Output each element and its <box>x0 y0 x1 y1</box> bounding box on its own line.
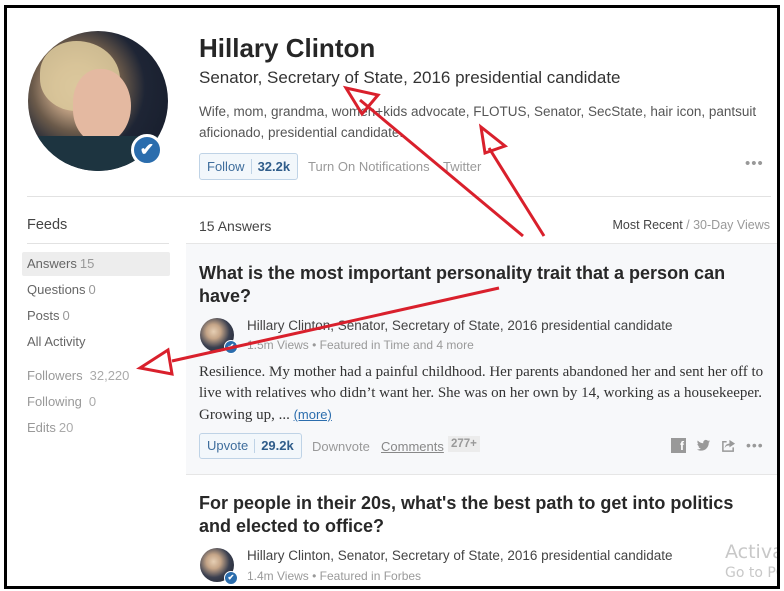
profile-credential: Senator, Secretary of State, 2016 presid… <box>199 68 621 87</box>
follow-button[interactable]: Follow 32.2k <box>199 153 299 180</box>
twitter-icon[interactable] <box>696 438 711 453</box>
feeds-divider <box>27 243 169 244</box>
activation-watermark-sub: Go to PC <box>725 565 780 581</box>
sort-most-recent[interactable]: Most Recent <box>613 218 683 232</box>
twitter-link[interactable]: Twitter <box>443 159 481 174</box>
profile-name: Hillary Clinton <box>199 33 376 63</box>
sidebar-item-answers[interactable]: Answers 15 <box>22 252 170 276</box>
upvote-button[interactable]: Upvote 29.2k <box>199 433 302 459</box>
follower-count: 32.2k <box>257 159 291 174</box>
sidebar-item-edits[interactable]: Edits 20 <box>22 416 170 440</box>
verified-checkmark-icon: ✔ <box>131 134 163 166</box>
more-options-icon[interactable]: ••• <box>745 155 764 172</box>
question-title[interactable]: What is the most important personality t… <box>199 262 759 308</box>
header-divider <box>27 196 771 197</box>
sidebar-item-all-activity[interactable]: All Activity <box>22 330 170 354</box>
follow-label: Follow <box>207 159 245 174</box>
activation-watermark: Activat <box>725 541 777 563</box>
answer-meta: 1.4m Views • Featured in Forbes <box>247 569 422 583</box>
answer-meta: 1.5m Views • Featured in Time and 4 more <box>247 338 474 352</box>
more-link[interactable]: (more) <box>294 407 332 422</box>
answer-text: Resilience. My mother had a painful chil… <box>199 364 764 423</box>
answer-card: What is the most important personality t… <box>186 243 777 475</box>
sidebar-item-questions[interactable]: Questions 0 <box>22 278 170 302</box>
profile-bio: Wife, mom, grandma, women+kids advocate,… <box>199 104 757 140</box>
sort-30-day-views[interactable]: 30-Day Views <box>693 218 770 232</box>
answer-card: For people in their 20s, what's the best… <box>186 475 777 586</box>
comments-count: 277+ <box>448 436 480 452</box>
sidebar-item-posts[interactable]: Posts 0 <box>22 304 170 328</box>
question-title[interactable]: For people in their 20s, what's the best… <box>199 492 759 538</box>
share-icons: f ••• <box>671 437 764 453</box>
sidebar-item-followers[interactable]: Followers 32,220 <box>22 364 170 388</box>
answers-count: 15 Answers <box>199 218 272 234</box>
upvote-count: 29.2k <box>261 438 294 453</box>
author-credential[interactable]: Hillary Clinton, Senator, Secretary of S… <box>247 318 673 333</box>
screenshot-frame: ✔ Hillary Clinton Senator, Secretary of … <box>4 5 780 589</box>
divider <box>250 159 252 174</box>
downvote-button[interactable]: Downvote <box>312 439 370 454</box>
author-credential[interactable]: Hillary Clinton, Senator, Secretary of S… <box>247 548 673 563</box>
facebook-icon[interactable]: f <box>671 437 686 453</box>
comments-link[interactable]: Comments <box>381 439 444 454</box>
verified-checkmark-icon: ✔ <box>224 571 238 585</box>
feeds-heading: Feeds <box>27 217 68 233</box>
verified-checkmark-icon: ✔ <box>224 340 238 354</box>
share-icon[interactable] <box>721 438 736 453</box>
more-options-icon[interactable]: ••• <box>746 437 764 453</box>
sidebar-item-following[interactable]: Following 0 <box>22 390 170 414</box>
turn-on-notifications-link[interactable]: Turn On Notifications <box>308 159 430 174</box>
divider <box>254 439 256 453</box>
sort-options: Most Recent / 30-Day Views <box>612 218 770 232</box>
